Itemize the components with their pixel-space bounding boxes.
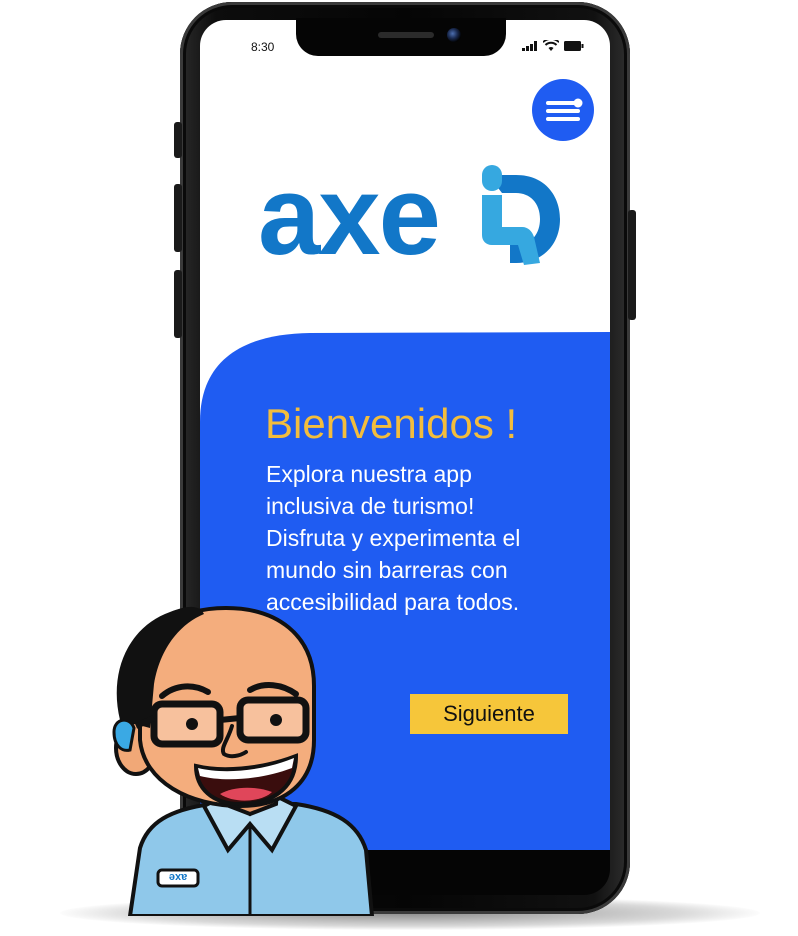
battery-icon [564, 40, 584, 51]
next-button[interactable]: Siguiente [410, 694, 568, 734]
menu-icon [546, 98, 583, 121]
status-icons [522, 40, 584, 51]
phone-volume-up-button [174, 184, 182, 252]
menu-button[interactable] [532, 79, 594, 141]
logo-text: axe [258, 153, 441, 278]
wifi-icon [543, 40, 559, 51]
mascot-eye-left [186, 718, 198, 730]
mascot-badge-text: axe [169, 871, 187, 883]
welcome-body: Explora nuestra app inclusiva de turismo… [266, 458, 586, 618]
welcome-body-line: Disfruta y experimenta el [266, 525, 521, 551]
speaker-grille [378, 32, 434, 38]
welcome-title: Bienvenidos ! [265, 400, 518, 447]
welcome-body-line: inclusiva de turismo! [266, 493, 475, 519]
wheelchair-icon [482, 165, 560, 265]
phone-volume-down-button [174, 270, 182, 338]
front-camera [447, 28, 461, 42]
hearing-aid-icon [112, 718, 136, 752]
phone-side-button-left [174, 122, 182, 158]
signal-icon [522, 40, 537, 51]
mascot-eye-right [270, 714, 282, 726]
status-time: 8:30 [251, 40, 275, 54]
axed-logo: axe [258, 160, 578, 280]
app-stage: 8:30 axe Bienvenidos ! Explora nuestra a… [0, 0, 798, 936]
phone-power-button [628, 210, 636, 320]
mascot-illustration: axe [112, 605, 375, 916]
welcome-body-line: Explora nuestra app [266, 461, 472, 487]
mascot-glasses-bridge [219, 715, 241, 723]
welcome-body-line: mundo sin barreras con [266, 557, 508, 583]
